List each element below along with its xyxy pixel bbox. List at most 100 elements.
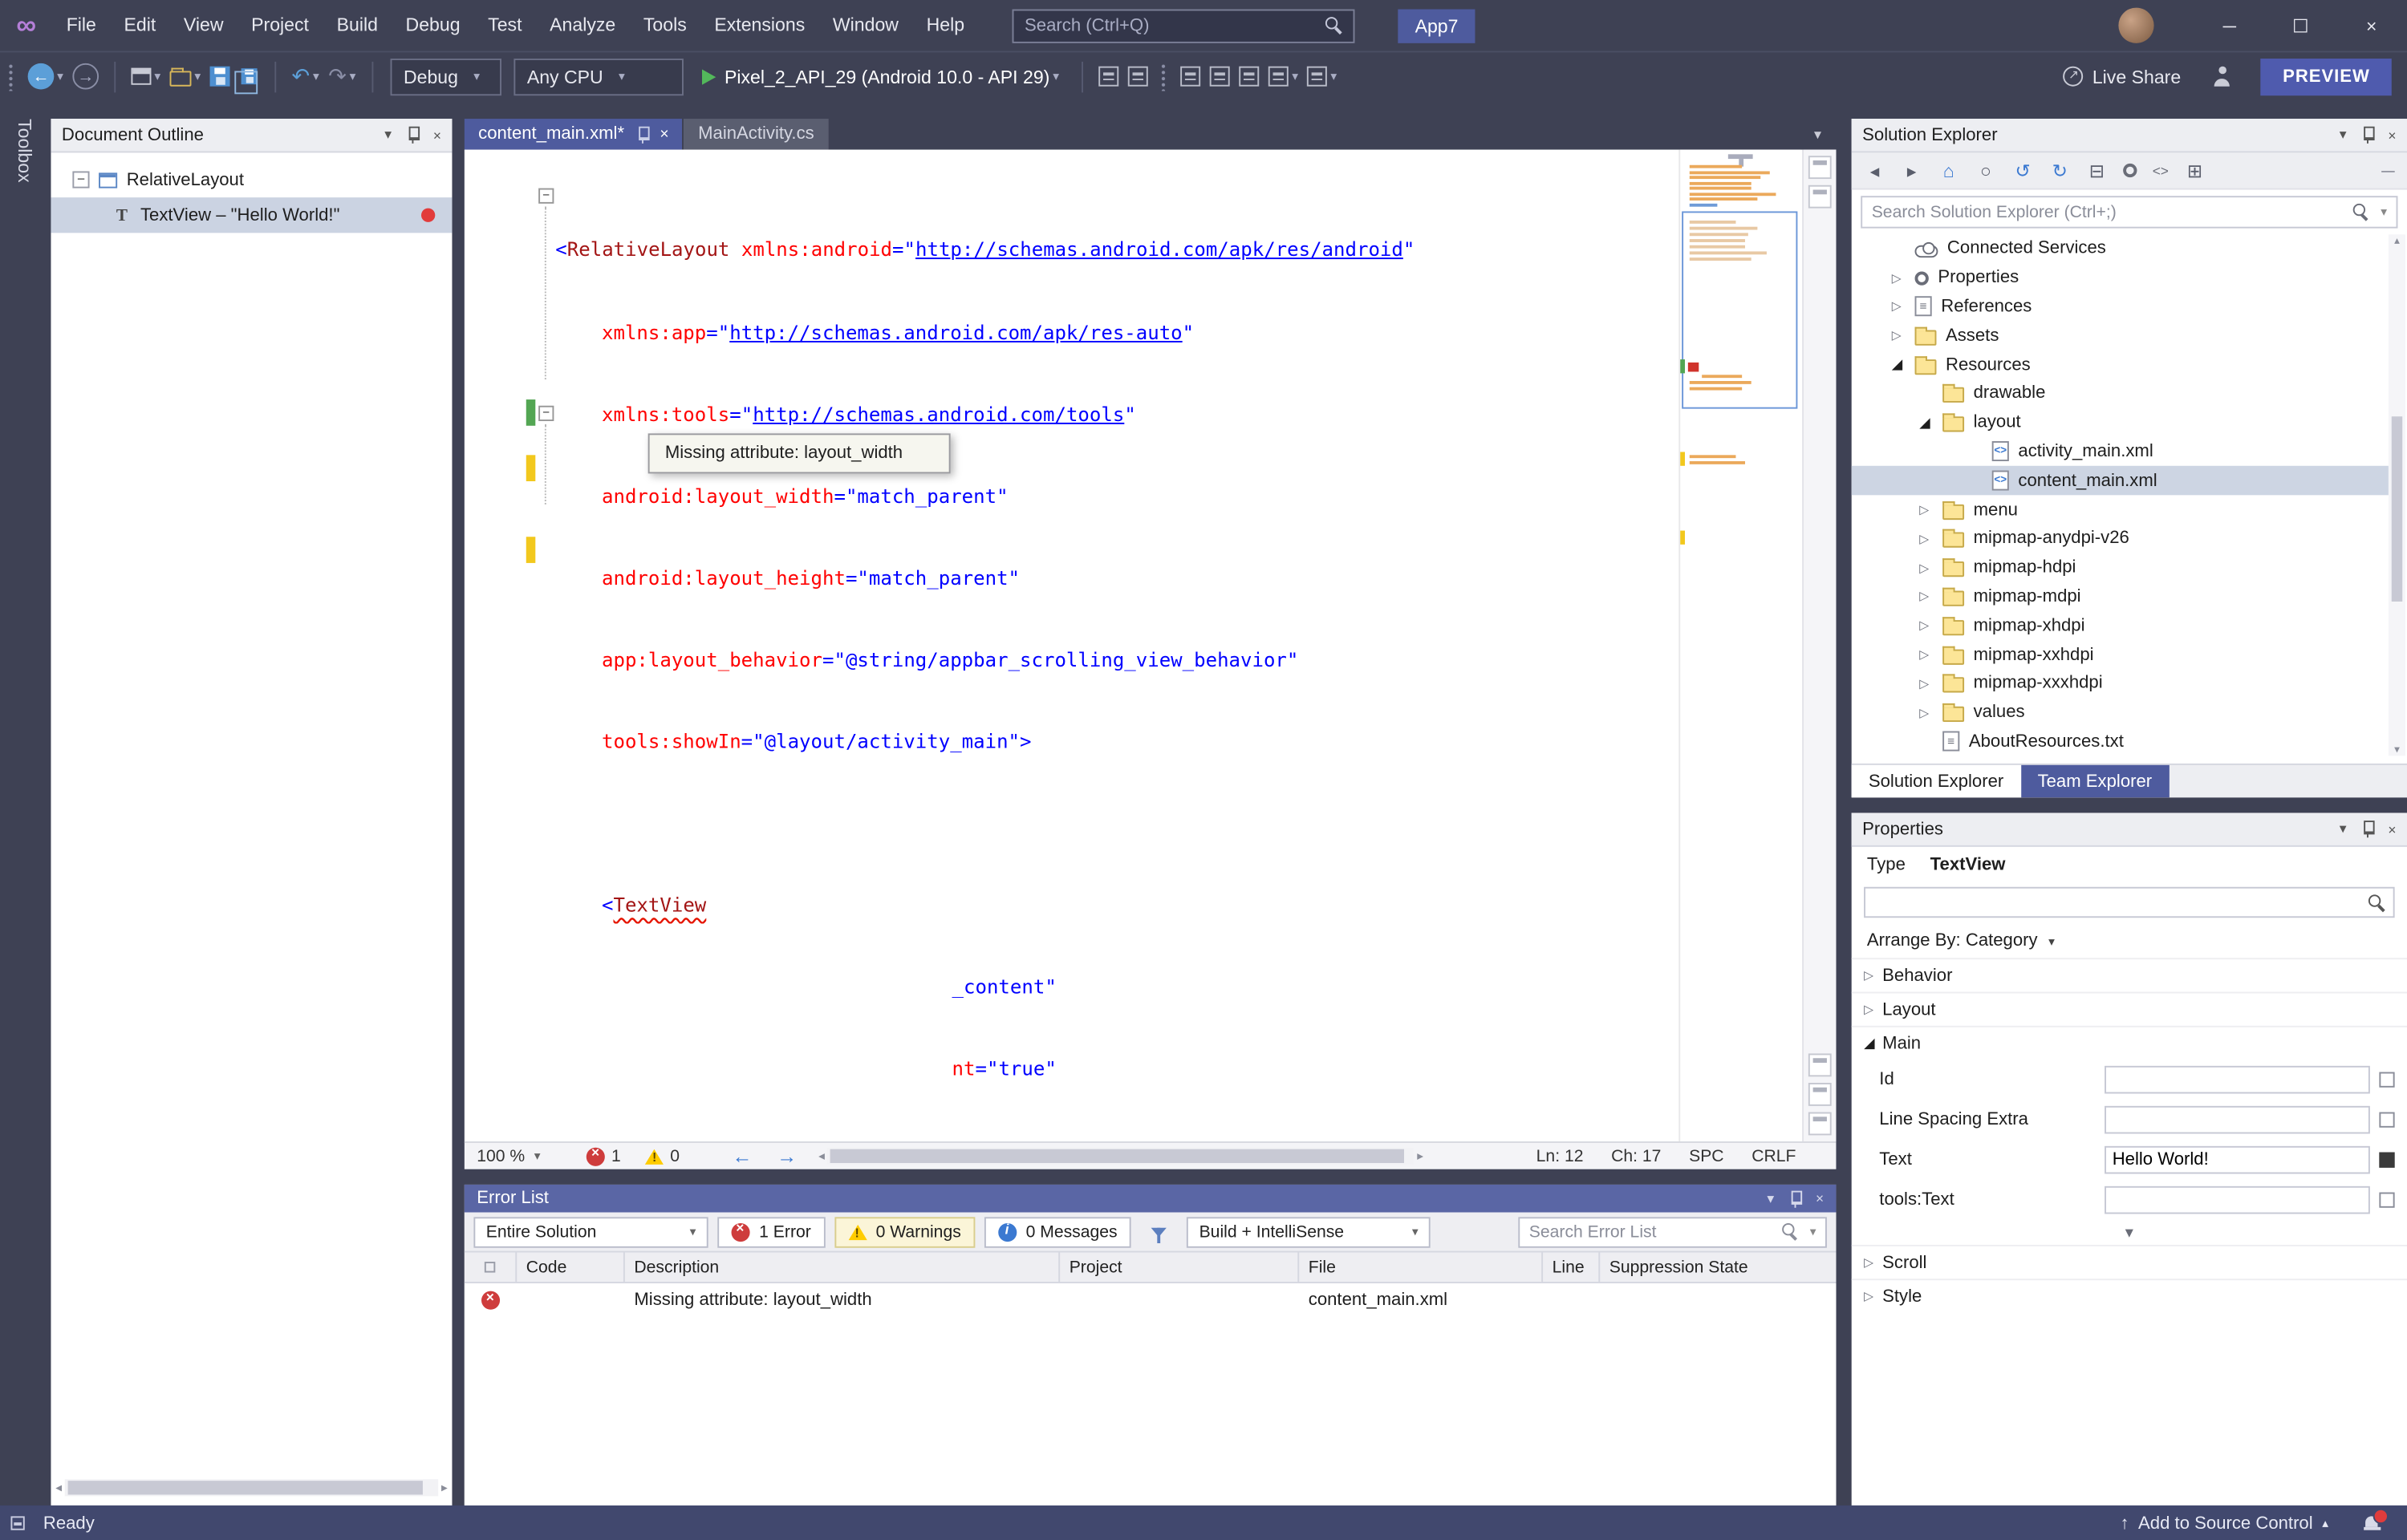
close-icon[interactable]: × [2388,128,2396,143]
navigate-back-button[interactable]: ← ▾ [27,63,63,90]
avatar[interactable] [2118,7,2154,43]
scrollbar-thumb[interactable] [67,1480,423,1494]
forward-icon[interactable]: ▸ [1901,160,1922,181]
error-row[interactable]: Missing attribute: layout_width content_… [464,1283,1837,1318]
tab-mainactivity-cs[interactable]: MainActivity.cs [684,119,829,150]
panel-toggle-icon[interactable] [1808,1053,1832,1077]
pin-icon[interactable] [2360,126,2375,144]
back-icon[interactable]: ◂ [1864,160,1885,181]
background-tasks-icon[interactable] [10,1516,25,1530]
tree-item-resources[interactable]: ◢ Resources [1852,351,2389,379]
minimap[interactable] [1678,149,1801,1142]
pin-icon[interactable] [635,125,649,143]
tree-item-aboutresources-txt[interactable]: ≡ AboutResources.txt [1852,727,2389,756]
field-options-button[interactable] [2379,1152,2395,1168]
sync-icon[interactable]: ↺ [2012,160,2034,181]
suppression-column-header[interactable]: Suppression State [1600,1253,1836,1283]
toolbar-grip[interactable] [1160,62,1167,91]
quick-launch-search[interactable] [1012,8,1355,43]
menu-debug[interactable]: Debug [392,0,474,51]
pin-icon[interactable] [405,126,420,144]
scrollbar-thumb[interactable] [2391,416,2403,602]
field-options-button[interactable] [2379,1112,2395,1128]
show-all-files-icon[interactable]: ⊞ [2184,160,2206,181]
pin-icon[interactable] [1788,1189,1802,1207]
code-line[interactable]: android:layout_width="match_parent" [555,482,1415,509]
code-column-header[interactable]: Code [517,1252,625,1283]
close-icon[interactable]: × [660,126,668,143]
outline-item-textview[interactable]: T TextView – "Hello World!" [51,197,453,233]
scrollbar-thumb[interactable] [830,1149,1405,1164]
field-options-button[interactable] [2379,1072,2395,1088]
device-manager-button[interactable] [1128,66,1149,87]
splitter-grip-icon[interactable] [1727,154,1753,167]
window-position-icon[interactable]: ▾ [384,127,392,144]
scroll-down-icon[interactable]: ▾ [2394,744,2400,756]
scroll-up-icon[interactable]: ▴ [2394,234,2400,246]
save-button[interactable] [209,66,230,87]
source-filter-dropdown[interactable]: Build + IntelliSense ▾ [1187,1216,1431,1247]
code-line[interactable]: nt="true" [555,1056,1415,1083]
window-position-icon[interactable]: ▾ [2340,821,2347,837]
avd-manager-button[interactable] [1210,66,1231,87]
tree-item-references[interactable]: ▷ ≡ References [1852,293,2389,322]
field-options-button[interactable] [2379,1192,2395,1208]
severity-column-header[interactable] [465,1252,518,1283]
close-icon[interactable]: × [1816,1191,1824,1206]
properties-search-input[interactable] [1873,893,2368,912]
menu-window[interactable]: Window [819,0,913,51]
redo-button[interactable]: ↷ ▾ [328,63,355,90]
filter-button[interactable] [1140,1216,1177,1246]
home-icon[interactable]: ⌂ [1938,160,1959,181]
solution-tree-scrollbar[interactable]: ▴ ▾ [2388,234,2406,756]
show-more-chevron[interactable]: ▼ [1852,1220,2407,1245]
start-debugging-button[interactable]: Pixel_2_API_29 (Android 10.0 - API 29) ▾ [701,66,1059,87]
fold-toggle[interactable]: − [538,405,554,422]
scroll-left-icon[interactable]: ◂ [55,1480,62,1493]
scroll-right-icon[interactable]: ▸ [441,1480,448,1493]
tree-item-mipmap-xxxhdpi[interactable]: ▷ mipmap-xxxhdpi [1852,670,2389,699]
code-line[interactable]: xmlns:tools="http://schemas.android.com/… [555,400,1415,428]
menu-analyze[interactable]: Analyze [536,0,630,51]
error-list-search[interactable]: ▾ [1518,1216,1827,1247]
tree-item-content-main-xml[interactable]: <> content_main.xml [1851,466,2389,496]
new-project-button[interactable]: ▾ [131,67,160,85]
pending-changes-icon[interactable]: ○ [1975,160,1997,181]
tree-item-connected-services[interactable]: Connected Services [1852,234,2389,263]
live-share-button[interactable]: Live Share [2063,66,2181,87]
attach-button[interactable] [1098,66,1119,87]
tree-item-mipmap-xhdpi[interactable]: ▷ mipmap-xhdpi [1852,611,2389,640]
window-position-icon[interactable]: ▾ [1767,1190,1774,1207]
solution-search-input[interactable] [1871,202,2346,221]
themes-button[interactable]: ▾ [1307,66,1337,87]
section-behavior[interactable]: ▷ Behavior [1851,958,2407,991]
outline-item-relativelayout[interactable]: − RelativeLayout [51,162,452,197]
menu-extensions[interactable]: Extensions [700,0,819,51]
maximize-button[interactable]: ☐ [2265,0,2336,51]
code-editor[interactable]: − − <RelativeLayout xmlns:android="http:… [464,149,1837,1142]
toolbar-grip[interactable] [7,62,14,91]
close-icon[interactable]: × [433,128,441,143]
description-column-header[interactable]: Description [625,1252,1061,1283]
section-style[interactable]: ▷ Style [1851,1279,2407,1312]
menu-edit[interactable]: Edit [110,0,169,51]
pin-icon[interactable] [2360,821,2375,838]
tree-item-activity-main-xml[interactable]: <> activity_main.xml [1852,437,2389,466]
chevron-up-icon[interactable]: ▴ [2322,1516,2328,1530]
window-position-icon[interactable]: ▾ [2340,127,2347,144]
code-line[interactable]: xmlns:app="http://schemas.android.com/ap… [555,318,1415,346]
document-outline-toggle-icon[interactable] [1808,184,1832,209]
section-main[interactable]: ◢ Main [1851,1025,2407,1060]
properties-search[interactable] [1864,886,2395,918]
sdk-manager-button[interactable] [1180,66,1201,87]
tree-item-values[interactable]: ▷ values [1852,699,2389,727]
scope-dropdown[interactable]: Entire Solution ▾ [473,1216,708,1247]
tree-item-layout[interactable]: ◢ layout [1852,408,2389,437]
scrollbar-track[interactable] [827,1147,1415,1165]
outline-horizontal-scrollbar[interactable]: ◂ ▸ [55,1476,448,1497]
add-to-source-control[interactable]: Add to Source Control [2138,1514,2313,1533]
project-column-header[interactable]: Project [1060,1252,1300,1283]
fold-toggle[interactable]: − [538,188,554,204]
tab-solution-explorer[interactable]: Solution Explorer [1851,764,2021,798]
feedback-person-icon[interactable] [2212,66,2234,87]
